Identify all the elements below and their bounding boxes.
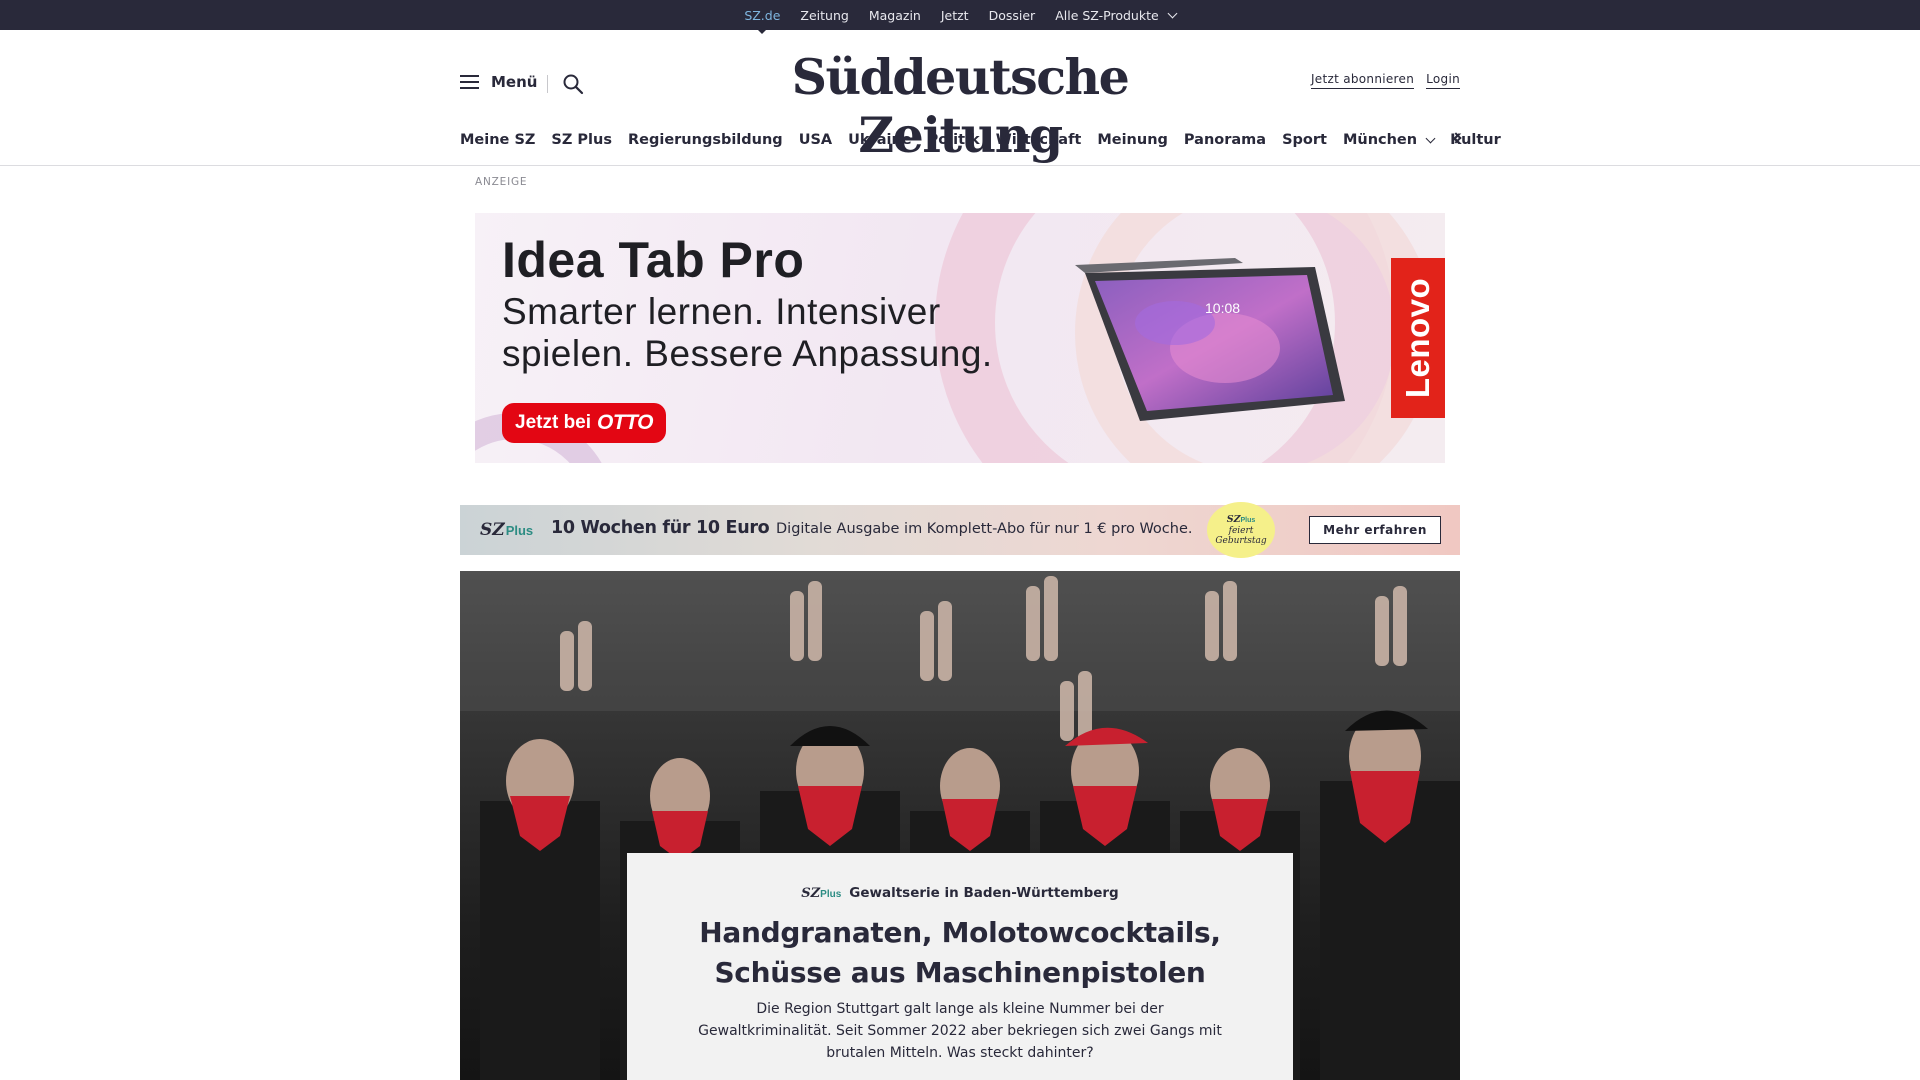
- product-link-magazin[interactable]: Magazin: [869, 8, 921, 23]
- teaser-kicker: SZPlus Gewaltserie in Baden-Württemberg: [627, 885, 1293, 901]
- subscribe-link[interactable]: Jetzt abonnieren: [1310, 72, 1415, 89]
- ad-banner[interactable]: Idea Tab Pro Smarter lernen. Intensiver …: [475, 213, 1445, 463]
- nav-item-meine-sz[interactable]: Meine SZ: [460, 132, 543, 148]
- tablet-clock: 10:08: [1205, 300, 1240, 316]
- chevron-down-icon: [1167, 8, 1178, 18]
- product-link-zeitung[interactable]: Zeitung: [800, 8, 848, 23]
- nav-item-muenchen-label: München: [1342, 132, 1418, 148]
- tablet-image: 10:08: [1075, 258, 1345, 421]
- sz-plus-badge: SZPlus: [801, 886, 842, 901]
- nav-item-wirtschaft[interactable]: Wirtschaft: [988, 132, 1090, 148]
- product-link-all-products[interactable]: Alle SZ-Produkte: [1055, 7, 1178, 23]
- menu-label: Menü: [491, 73, 538, 91]
- lenovo-logo: Lenovo: [1391, 258, 1445, 418]
- promo-subline: Digitale Ausgabe im Komplett-Abo für nur…: [776, 521, 1193, 537]
- nav-item-sport[interactable]: Sport: [1274, 132, 1335, 148]
- ad-label: ANZEIGE: [475, 176, 528, 188]
- product-link-jetzt[interactable]: Jetzt: [941, 8, 969, 23]
- section-nav: Meine SZ SZ Plus Regierungsbildung USA U…: [460, 126, 1501, 154]
- promo-headline: 10 Wochen für 10 Euro: [551, 518, 770, 538]
- teaser-summary: Die Region Stuttgart galt lange als klei…: [698, 1001, 1222, 1061]
- header-rule: [0, 165, 1920, 166]
- search-icon[interactable]: [561, 72, 585, 96]
- hero-teaser-card[interactable]: SZPlus Gewaltserie in Baden-Württemberg …: [627, 853, 1293, 1080]
- ad-cta-label: Jetzt bei: [515, 412, 592, 433]
- sz-plus-logo: SZPlus: [480, 520, 534, 540]
- header-divider: [547, 75, 548, 93]
- nav-item-meinung[interactable]: Meinung: [1089, 132, 1176, 148]
- teaser-topic: Gewaltserie in Baden-Württemberg: [849, 885, 1119, 901]
- hero-article[interactable]: SZPlus Gewaltserie in Baden-Württemberg …: [460, 571, 1460, 1080]
- login-link[interactable]: Login: [1426, 72, 1460, 89]
- nav-item-usa[interactable]: USA: [791, 132, 840, 148]
- ad-cta-button[interactable]: Jetzt bei OTTO: [502, 403, 666, 443]
- all-products-label: Alle SZ-Produkte: [1055, 7, 1159, 23]
- nav-item-regierungsbildung[interactable]: Regierungsbildung: [620, 132, 791, 148]
- sz-plus-promo[interactable]: SZPlus 10 Wochen für 10 Euro Digitale Au…: [460, 502, 1460, 558]
- ad-tagline: Smarter lernen. Intensiver spielen. Bess…: [502, 291, 993, 374]
- product-bar: SZ.de Zeitung Magazin Jetzt Dossier Alle…: [0, 0, 1920, 34]
- account-links: Jetzt abonnieren Login: [1310, 72, 1460, 89]
- nav-item-panorama[interactable]: Panorama: [1176, 132, 1274, 148]
- nav-item-ukraine[interactable]: Ukraine: [840, 132, 919, 148]
- chevron-down-icon: [1425, 133, 1436, 143]
- menu-button[interactable]: Menü: [460, 73, 537, 91]
- product-link-dossier[interactable]: Dossier: [989, 8, 1036, 23]
- ad-title: Idea Tab Pro: [502, 232, 805, 288]
- nav-item-sz-plus[interactable]: SZ Plus: [543, 132, 620, 148]
- site-header: Menü Süddeutsche Zeitung Jetzt abonniere…: [460, 30, 1460, 164]
- product-link-szde[interactable]: SZ.de: [744, 8, 780, 34]
- hamburger-icon: [460, 75, 479, 89]
- nav-item-politik[interactable]: Politik: [920, 132, 988, 148]
- teaser-headline[interactable]: Handgranaten, Molotowcocktails, Schüsse …: [647, 913, 1273, 993]
- learn-more-button[interactable]: Mehr erfahren: [1309, 516, 1441, 544]
- otto-logo: OTTO: [597, 411, 653, 434]
- nav-item-muenchen[interactable]: München: [1335, 132, 1442, 148]
- birthday-badge: SZPlus feiert Geburtstag: [1207, 502, 1275, 558]
